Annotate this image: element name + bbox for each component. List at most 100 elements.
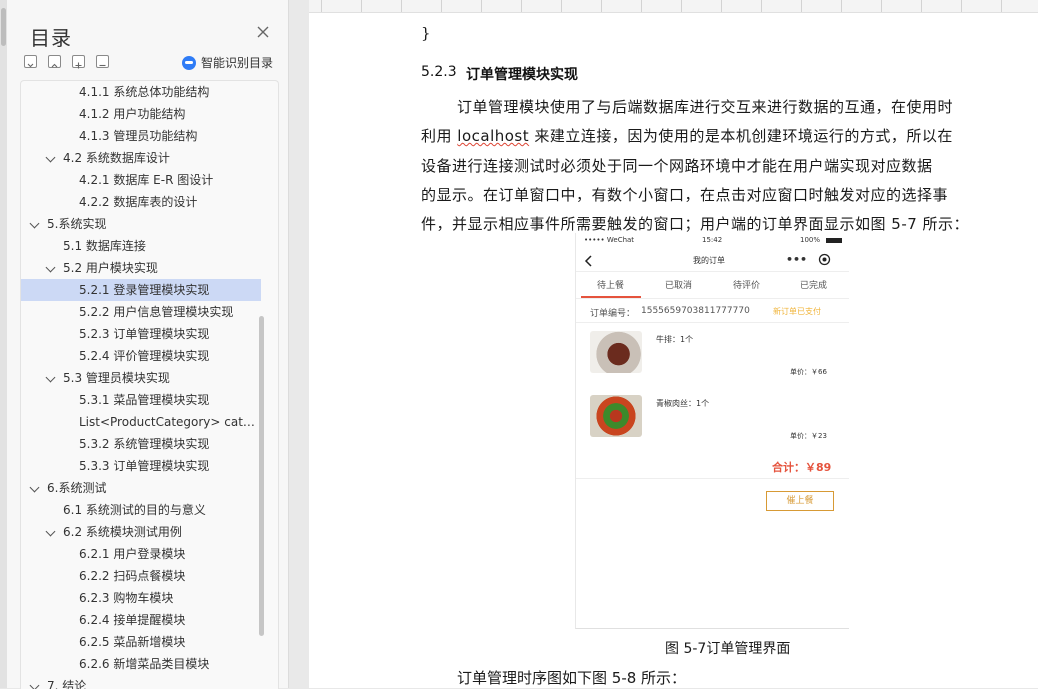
toc-item-label: 6.系统测试 <box>47 481 107 495</box>
tab-cancelled: 已取消 <box>665 281 693 291</box>
paragraph-line: 订单管理时序图如下图 5-8 所示： <box>457 669 687 687</box>
ruler-tick <box>681 0 682 12</box>
toc-item-label: 5.2.1 登录管理模块实现 <box>79 283 210 297</box>
toc-item[interactable]: 6.2.2 扫码点餐模块 <box>21 565 261 587</box>
order-number-label: 订单编号： <box>590 309 636 319</box>
section-heading: 订单管理模块实现 <box>466 67 578 83</box>
toc-item-label: 5.系统实现 <box>47 217 107 231</box>
order-status: 新订单已支付 <box>773 307 821 316</box>
collapse-all-icon[interactable] <box>24 55 37 68</box>
toc-item[interactable]: 6.2 系统模块测试用例 <box>21 521 261 543</box>
figure-caption: 图 5-7订单管理界面 <box>665 641 791 657</box>
paragraph-line: 件，并显示相应事件所需要触发的窗口；用户端的订单界面显示如图 5-7 所示： <box>421 215 970 233</box>
toc-item-label: List<ProductCategory> cat… <box>79 415 255 429</box>
toc-item[interactable]: 5.3.2 系统管理模块实现 <box>21 433 261 455</box>
paragraph-line: 的显示。在订单窗口中，有数个小窗口，在点击对应窗口时触发对应的选择事 <box>421 186 949 204</box>
ruler-tick <box>441 0 442 12</box>
toc-item[interactable]: 4.2.2 数据库表的设计 <box>21 191 261 213</box>
spellcheck-word: localhost <box>457 127 530 145</box>
dish-image-pork <box>590 395 642 437</box>
remove-heading-icon[interactable] <box>96 55 109 68</box>
code-closing-brace: } <box>421 24 431 42</box>
toc-item-label: 5.2.3 订单管理模块实现 <box>79 327 210 341</box>
toc-item[interactable]: 5.2.1 登录管理模块实现 <box>21 279 261 301</box>
ruler-tick <box>361 0 362 12</box>
dish-name: 青椒肉丝：1个 <box>656 399 710 408</box>
toc-scrollbar-thumb[interactable] <box>259 316 264 636</box>
ruler-tick <box>321 0 322 12</box>
toc-item[interactable]: 6.2.6 新增菜品类目模块 <box>21 653 261 675</box>
expand-up-icon[interactable] <box>48 55 61 68</box>
toc-item-label: 5.2.2 用户信息管理模块实现 <box>79 305 234 319</box>
add-heading-icon[interactable] <box>72 55 85 69</box>
top-ruler <box>309 0 1038 13</box>
chevron-down-icon[interactable] <box>45 262 56 273</box>
toc-item[interactable]: 5.2 用户模块实现 <box>21 257 261 279</box>
toc-item[interactable]: 6.2.3 购物车模块 <box>21 587 261 609</box>
toc-item[interactable]: 4.2.1 数据库 E-R 图设计 <box>21 169 261 191</box>
toc-item-label: 6.2.4 接单提醒模块 <box>79 613 186 627</box>
more-icon: ••• <box>786 253 808 266</box>
toc-item-label: 7. 结论 <box>47 679 87 689</box>
chevron-down-icon[interactable] <box>29 218 40 229</box>
toc-item[interactable]: 5.3 管理员模块实现 <box>21 367 261 389</box>
window-scrollbar-thumb[interactable] <box>1 8 6 46</box>
status-time: 15:42 <box>702 236 723 244</box>
dish-name: 牛排：1个 <box>656 335 694 344</box>
toc-item[interactable]: 5.系统实现 <box>21 213 261 235</box>
ruler-tick <box>761 0 762 12</box>
chevron-down-icon[interactable] <box>45 526 56 537</box>
toc-item[interactable]: 4.2 系统数据库设计 <box>21 147 261 169</box>
toc-item[interactable]: 4.1.2 用户功能结构 <box>21 103 261 125</box>
toc-list: 4.1.1 系统总体功能结构 4.1.2 用户功能结构 4.1.3 管理员功能结构 4… <box>20 80 279 689</box>
close-icon[interactable] <box>256 25 270 39</box>
toc-item[interactable]: 5.2.4 评价管理模块实现 <box>21 345 261 367</box>
toc-item[interactable]: 6.2.4 接单提醒模块 <box>21 609 261 631</box>
toc-item[interactable]: 6.2.5 菜品新增模块 <box>21 631 261 653</box>
ruler-tick <box>921 0 922 12</box>
toc-item[interactable]: 7. 结论 <box>21 675 261 689</box>
toc-item-label: 4.2.2 数据库表的设计 <box>79 195 198 209</box>
ruler-tick <box>881 0 882 12</box>
paragraph-line-text: 利用 localhost 来建立连接，因为使用的是本机创建环境运行的方式，所以在 <box>421 127 953 145</box>
toc-item[interactable]: 6.系统测试 <box>21 477 261 499</box>
chevron-down-icon[interactable] <box>45 152 56 163</box>
toc-item[interactable]: 5.1 数据库连接 <box>21 235 261 257</box>
toc-item[interactable]: 5.2.2 用户信息管理模块实现 <box>21 301 261 323</box>
toc-item[interactable]: List<ProductCategory> cat… <box>21 411 261 433</box>
toc-item[interactable]: 6.1 系统测试的目的与意义 <box>21 499 261 521</box>
dish-image-steak <box>590 331 642 373</box>
toc-item-label: 4.1.2 用户功能结构 <box>79 107 186 121</box>
tab-to-review: 待评价 <box>733 281 761 291</box>
battery-icon <box>826 238 842 243</box>
ruler-tick <box>841 0 842 12</box>
total-divider <box>576 478 849 479</box>
paragraph-line: 利用 localhost 来建立连接，因为使用的是本机创建环境运行的方式，所以在 <box>421 125 953 146</box>
ruler-tick <box>561 0 562 12</box>
toc-item-label: 6.2 系统模块测试用例 <box>63 525 182 539</box>
toc-item[interactable]: 4.1.3 管理员功能结构 <box>21 125 261 147</box>
window-scrollbar[interactable] <box>0 0 7 688</box>
urge-serve-button: 催上餐 <box>766 491 834 511</box>
smart-toc-label: 智能识别目录 <box>201 56 274 70</box>
toc-item[interactable]: 5.3.1 菜品管理模块实现 <box>21 389 261 411</box>
dish-price: 单价：￥66 <box>790 368 827 376</box>
toc-item-label: 6.2.3 购物车模块 <box>79 591 174 605</box>
toc-item[interactable]: 4.1.1 系统总体功能结构 <box>21 81 261 103</box>
toc-item[interactable]: 5.2.3 订单管理模块实现 <box>21 323 261 345</box>
chevron-down-icon[interactable] <box>29 482 40 493</box>
toc-item-label: 5.3.2 系统管理模块实现 <box>79 437 210 451</box>
toc-item-label: 4.1.1 系统总体功能结构 <box>79 85 210 99</box>
paragraph-line: 订单管理模块使用了与后端数据库进行交互来进行数据的互通，在使用时 <box>457 98 954 116</box>
toc-item-label: 6.2.1 用户登录模块 <box>79 547 186 561</box>
ruler-tick <box>721 0 722 12</box>
toc-item-label: 5.3.1 菜品管理模块实现 <box>79 393 210 407</box>
chevron-down-icon[interactable] <box>45 372 56 383</box>
ruler-tick <box>1001 0 1002 12</box>
toc-item[interactable]: 5.3.3 订单管理模块实现 <box>21 455 261 477</box>
ruler-tick <box>401 0 402 12</box>
paragraph-line: 设备进行连接测试时必须处于同一个网路环境中才能在用户端实现对应数据 <box>421 157 933 175</box>
tab-divider <box>576 298 849 299</box>
smart-toc-button[interactable]: 智能识别目录 <box>182 54 273 71</box>
toc-item[interactable]: 6.2.1 用户登录模块 <box>21 543 261 565</box>
